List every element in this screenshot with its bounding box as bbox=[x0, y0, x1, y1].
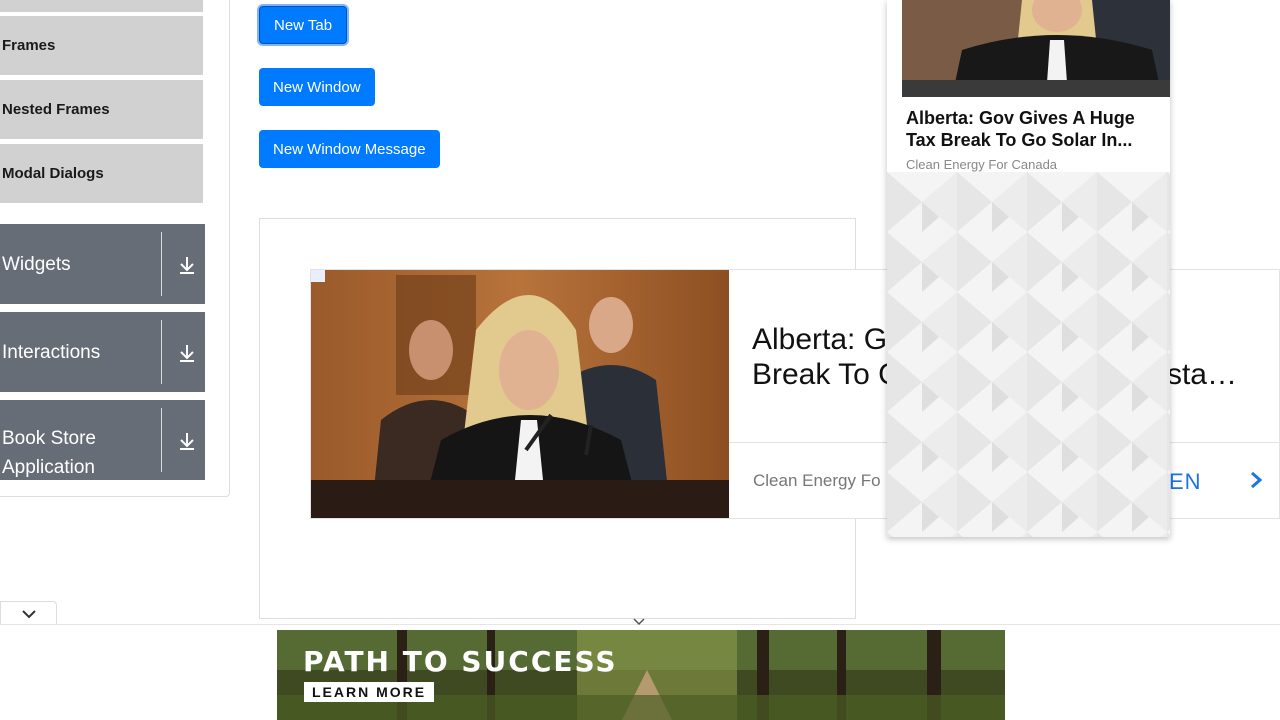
floating-ad-source: Clean Energy For Canada bbox=[906, 157, 1058, 172]
sidebar-item-label: Modal Dialogs bbox=[2, 165, 104, 182]
learn-more-button[interactable]: LEARN MORE bbox=[304, 682, 435, 702]
sidebar-item-top[interactable] bbox=[0, 0, 203, 14]
download-icon[interactable] bbox=[176, 342, 198, 364]
floating-ad-photo bbox=[902, 0, 1170, 97]
new-window-button[interactable]: New Window bbox=[259, 68, 375, 106]
floating-ad-title-line1: Alberta: Gov Gives A Huge bbox=[906, 108, 1135, 128]
collapse-tab[interactable] bbox=[0, 601, 57, 625]
sidebar: Frames Nested Frames Modal Dialogs Widge… bbox=[0, 0, 230, 497]
sidebar-item-label: Nested Frames bbox=[2, 101, 110, 118]
sidebar-item-modal-dialogs[interactable]: Modal Dialogs bbox=[0, 144, 203, 205]
group-label: Interactions bbox=[2, 341, 101, 363]
bottom-ad-title: PATH TO SUCCESS bbox=[303, 645, 618, 678]
new-window-message-button[interactable]: New Window Message bbox=[259, 130, 440, 168]
divider bbox=[161, 320, 162, 384]
download-icon[interactable] bbox=[176, 430, 198, 452]
download-icon[interactable] bbox=[176, 254, 198, 276]
chevron-right-icon[interactable] bbox=[1249, 471, 1263, 489]
floating-ad-title[interactable]: Alberta: Gov Gives A Huge Tax Break To G… bbox=[906, 107, 1170, 151]
decorative-pattern bbox=[887, 172, 1170, 537]
adchoices-icon[interactable] bbox=[311, 270, 325, 282]
floating-ad-card[interactable]: Alberta: Gov Gives A Huge Tax Break To G… bbox=[887, 0, 1170, 537]
sidebar-item-label: Frames bbox=[2, 37, 56, 54]
group-label: Widgets bbox=[2, 253, 71, 275]
sidebar-group-interactions[interactable]: Interactions bbox=[0, 312, 205, 392]
chevron-down-icon[interactable] bbox=[632, 617, 646, 627]
sidebar-group-book-store[interactable]: Book Store Application bbox=[0, 400, 205, 480]
ad-photo bbox=[311, 270, 729, 518]
floating-ad-header: Alberta: Gov Gives A Huge Tax Break To G… bbox=[887, 0, 1170, 172]
new-tab-button[interactable]: New Tab bbox=[259, 6, 348, 44]
divider bbox=[161, 232, 162, 296]
sidebar-group-widgets[interactable]: Widgets bbox=[0, 224, 205, 304]
sidebar-item-frames[interactable]: Frames bbox=[0, 16, 203, 77]
bottom-ad-banner[interactable]: PATH TO SUCCESS LEARN MORE bbox=[277, 630, 1005, 720]
ad-headline-line2: Break To G bbox=[752, 358, 902, 391]
ad-headline-tail: sta… bbox=[1166, 358, 1237, 391]
sidebar-item-nested-frames[interactable]: Nested Frames bbox=[0, 80, 203, 141]
floating-ad-title-line2: Tax Break To Go Solar In... bbox=[906, 130, 1133, 150]
ad-cta[interactable]: EN bbox=[1169, 469, 1202, 495]
group-label: Book Store Application bbox=[2, 428, 96, 478]
ad-source: Clean Energy Fo bbox=[753, 471, 881, 490]
chevron-down-icon[interactable] bbox=[21, 609, 37, 619]
divider bbox=[161, 408, 162, 472]
